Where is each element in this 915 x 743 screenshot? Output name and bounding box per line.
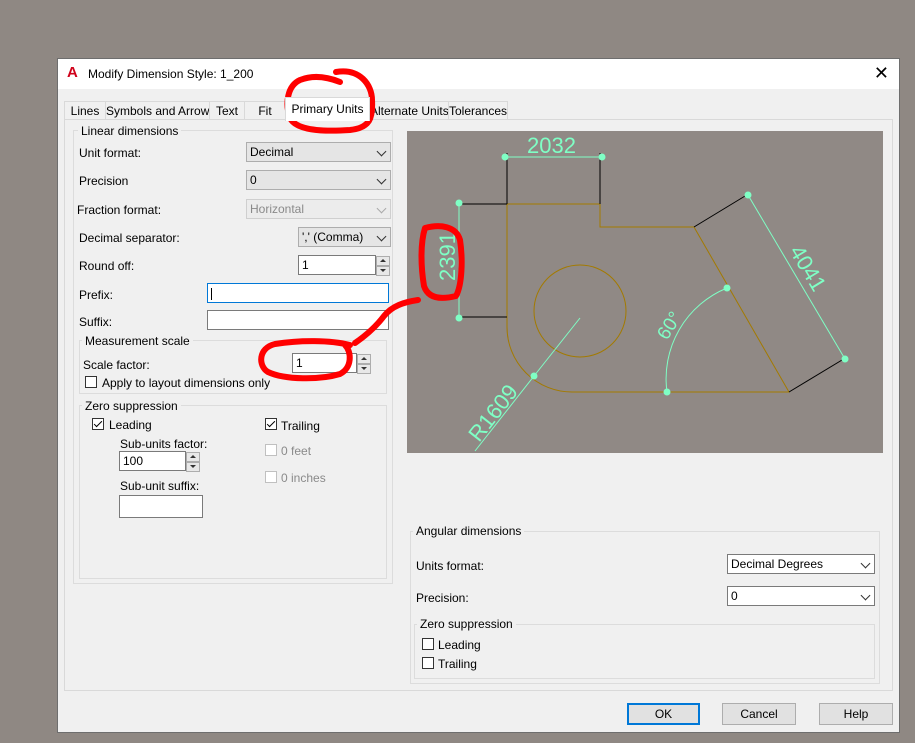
zero-feet-label: 0 feet bbox=[281, 444, 312, 458]
spin-down-icon[interactable] bbox=[186, 462, 200, 472]
angular-units-format-select[interactable]: Decimal Degrees bbox=[727, 554, 875, 574]
dim-text-vertical: 2391 bbox=[435, 232, 460, 281]
linear-dimensions-legend: Linear dimensions bbox=[78, 124, 182, 138]
tab-text[interactable]: Text bbox=[209, 101, 245, 119]
angular-zero-suppression-legend: Zero suppression bbox=[417, 617, 516, 631]
angular-units-format-value: Decimal Degrees bbox=[731, 557, 824, 571]
round-off-label: Round off: bbox=[79, 259, 135, 273]
preview-arrowheads bbox=[455, 153, 849, 396]
prefix-input[interactable] bbox=[207, 283, 389, 303]
angular-trailing-checkbox[interactable] bbox=[422, 657, 434, 669]
round-off-spinner[interactable] bbox=[376, 256, 390, 276]
fraction-format-select: Horizontal bbox=[246, 199, 391, 219]
dim-text-radius: R1609 bbox=[463, 380, 523, 446]
unit-format-label: Unit format: bbox=[79, 146, 142, 160]
apply-layout-checkbox[interactable] bbox=[85, 376, 97, 388]
preview-dimension-lines bbox=[458, 156, 846, 452]
sub-units-factor-label: Sub-units factor: bbox=[120, 437, 208, 451]
tab-primary-units[interactable]: Primary Units bbox=[285, 97, 370, 121]
help-button[interactable]: Help bbox=[819, 703, 893, 725]
tab-tolerances[interactable]: Tolerances bbox=[448, 101, 508, 119]
chevron-down-icon bbox=[376, 146, 387, 157]
checkmark-icon bbox=[266, 418, 276, 428]
sub-unit-suffix-input[interactable] bbox=[119, 495, 203, 518]
preview-drawing: 2032 2391 4041 60° R1609 bbox=[435, 133, 849, 452]
scale-factor-label: Scale factor: bbox=[83, 358, 150, 372]
tab-symbols-and-arrows[interactable]: Symbols and Arrows bbox=[105, 101, 210, 119]
suffix-input[interactable] bbox=[207, 310, 389, 330]
chevron-down-icon bbox=[860, 558, 871, 569]
zero-trailing-checkbox[interactable] bbox=[265, 418, 277, 430]
sub-units-factor-spinner[interactable] bbox=[186, 452, 200, 472]
angular-leading-label: Leading bbox=[438, 638, 481, 652]
sub-unit-suffix-label: Sub-unit suffix: bbox=[120, 479, 200, 493]
text-cursor bbox=[211, 287, 212, 300]
angular-dimensions-legend: Angular dimensions bbox=[413, 524, 525, 538]
prefix-label: Prefix: bbox=[79, 288, 114, 302]
decimal-separator-select[interactable]: ',' (Comma) bbox=[298, 227, 391, 247]
zero-leading-label: Leading bbox=[109, 418, 152, 432]
zero-leading-checkbox[interactable] bbox=[92, 418, 104, 430]
chevron-down-icon bbox=[376, 203, 387, 214]
angular-units-format-label: Units format: bbox=[416, 559, 485, 573]
fraction-format-label: Fraction format: bbox=[77, 203, 162, 217]
angular-leading-checkbox[interactable] bbox=[422, 638, 434, 650]
dim-text-angle: 60° bbox=[653, 308, 686, 343]
zero-inches-checkbox bbox=[265, 471, 277, 483]
precision-select[interactable]: 0 bbox=[246, 170, 391, 190]
scale-factor-spinner[interactable] bbox=[357, 354, 371, 374]
angular-precision-value: 0 bbox=[731, 589, 738, 603]
fraction-format-value: Horizontal bbox=[250, 202, 305, 216]
tab-alternate-units[interactable]: Alternate Units bbox=[369, 101, 449, 119]
spin-up-icon[interactable] bbox=[357, 354, 371, 364]
angular-precision-label: Precision: bbox=[416, 591, 469, 605]
dimension-preview: 2032 2391 4041 60° R1609 bbox=[407, 131, 883, 453]
unit-format-value: Decimal bbox=[250, 145, 294, 159]
dim-text-horizontal: 2032 bbox=[527, 133, 576, 158]
zero-suppression-legend: Zero suppression bbox=[82, 399, 181, 413]
sub-units-factor-input[interactable]: 100 bbox=[119, 451, 186, 471]
apply-layout-label: Apply to layout dimensions only bbox=[102, 376, 271, 390]
spin-up-icon[interactable] bbox=[186, 452, 200, 462]
preview-extension-lines bbox=[457, 153, 848, 393]
tab-lines[interactable]: Lines bbox=[64, 101, 106, 119]
preview-geometry bbox=[506, 203, 790, 393]
zero-feet-checkbox bbox=[265, 444, 277, 456]
spin-down-icon[interactable] bbox=[376, 266, 390, 276]
zero-trailing-label: Trailing bbox=[281, 419, 320, 433]
preview-dimension-texts: 2032 2391 4041 60° R1609 bbox=[435, 133, 831, 446]
zero-inches-label: 0 inches bbox=[281, 471, 326, 485]
chevron-down-icon bbox=[860, 590, 871, 601]
tab-fit[interactable]: Fit bbox=[244, 101, 286, 119]
close-icon[interactable]: ✕ bbox=[874, 63, 889, 83]
angular-trailing-label: Trailing bbox=[438, 657, 477, 671]
unit-format-select[interactable]: Decimal bbox=[246, 142, 391, 162]
spin-down-icon[interactable] bbox=[357, 364, 371, 374]
dialog-title: Modify Dimension Style: 1_200 bbox=[88, 67, 254, 81]
precision-label: Precision bbox=[79, 174, 129, 188]
spin-up-icon[interactable] bbox=[376, 256, 390, 266]
scale-factor-input[interactable]: 1 bbox=[292, 353, 357, 373]
decimal-separator-value: ',' (Comma) bbox=[302, 230, 364, 244]
chevron-down-icon bbox=[376, 231, 387, 242]
checkmark-icon bbox=[93, 418, 103, 428]
autocad-logo-icon: A bbox=[67, 64, 78, 81]
cancel-button[interactable]: Cancel bbox=[722, 703, 796, 725]
title-bar: A Modify Dimension Style: 1_200 ✕ bbox=[58, 59, 899, 89]
precision-value: 0 bbox=[250, 173, 257, 187]
angular-precision-select[interactable]: 0 bbox=[727, 586, 875, 606]
angular-zero-suppression-group bbox=[414, 624, 875, 679]
decimal-separator-label: Decimal separator: bbox=[79, 231, 180, 245]
ok-button[interactable]: OK bbox=[627, 703, 700, 725]
suffix-label: Suffix: bbox=[79, 315, 113, 329]
round-off-input[interactable]: 1 bbox=[298, 255, 376, 275]
chevron-down-icon bbox=[376, 174, 387, 185]
measurement-scale-legend: Measurement scale bbox=[82, 334, 193, 348]
